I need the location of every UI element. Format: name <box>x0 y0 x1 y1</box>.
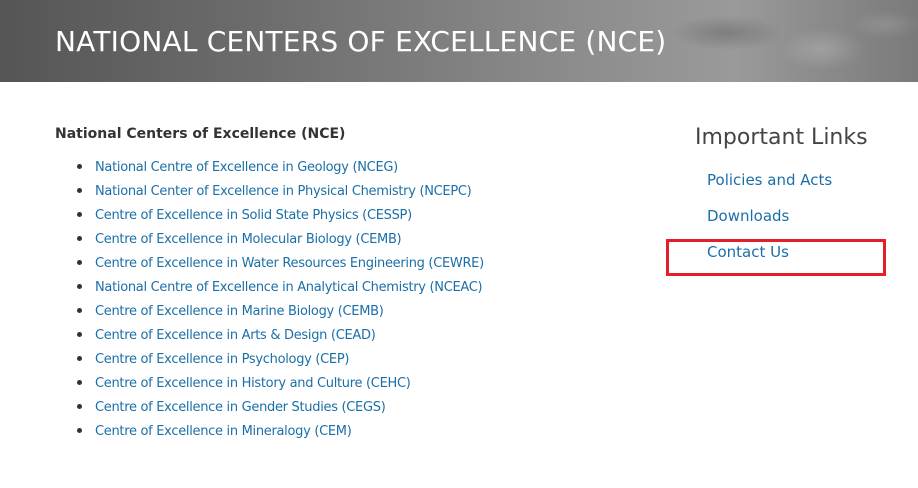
list-item: Centre of Excellence in Marine Biology (… <box>55 300 615 324</box>
nce-link[interactable]: Centre of Excellence in Marine Biology (… <box>95 304 384 319</box>
policies-and-acts-link[interactable]: Policies and Acts <box>707 171 832 189</box>
downloads-link[interactable]: Downloads <box>707 207 789 225</box>
bullet-icon <box>77 380 82 385</box>
nce-link[interactable]: National Centre of Excellence in Analyti… <box>95 280 483 295</box>
nce-link[interactable]: Centre of Excellence in Gender Studies (… <box>95 400 386 415</box>
list-item: National Centre of Excellence in Analyti… <box>55 276 615 300</box>
list-item: Centre of Excellence in Gender Studies (… <box>55 396 615 420</box>
bullet-icon <box>77 212 82 217</box>
list-item: Centre of Excellence in History and Cult… <box>55 372 615 396</box>
nce-link[interactable]: National Centre of Excellence in Geology… <box>95 160 398 175</box>
bullet-icon <box>77 236 82 241</box>
nce-link[interactable]: Centre of Excellence in Mineralogy (CEM) <box>95 424 352 439</box>
list-item: National Center of Excellence in Physica… <box>55 180 615 204</box>
bullet-icon <box>77 332 82 337</box>
nce-link[interactable]: Centre of Excellence in Molecular Biolog… <box>95 232 402 247</box>
bullet-icon <box>77 404 82 409</box>
nce-link[interactable]: Centre of Excellence in Water Resources … <box>95 256 484 271</box>
section-heading: National Centers of Excellence (NCE) <box>55 126 346 142</box>
bullet-icon <box>77 164 82 169</box>
list-item: Centre of Excellence in Mineralogy (CEM) <box>55 420 615 444</box>
nce-link[interactable]: Centre of Excellence in History and Cult… <box>95 376 411 391</box>
list-item: Centre of Excellence in Psychology (CEP) <box>55 348 615 372</box>
page-title: NATIONAL CENTERS OF EXCELLENCE (NCE) <box>55 25 667 58</box>
nce-link[interactable]: Centre of Excellence in Solid State Phys… <box>95 208 412 223</box>
list-item: Centre of Excellence in Solid State Phys… <box>55 204 615 228</box>
sidebar-item-policies: Policies and Acts <box>707 168 905 204</box>
list-item: Centre of Excellence in Molecular Biolog… <box>55 228 615 252</box>
nce-list: National Centre of Excellence in Geology… <box>55 156 615 444</box>
bullet-icon <box>77 308 82 313</box>
bullet-icon <box>77 188 82 193</box>
contact-us-link[interactable]: Contact Us <box>707 243 789 261</box>
nce-link[interactable]: National Center of Excellence in Physica… <box>95 184 472 199</box>
list-item: Centre of Excellence in Arts & Design (C… <box>55 324 615 348</box>
important-links-list: Policies and Acts Downloads Contact Us <box>707 168 905 276</box>
sidebar-title: Important Links <box>695 125 868 150</box>
list-item: Centre of Excellence in Water Resources … <box>55 252 615 276</box>
main-content: National Centers of Excellence (NCE) Nat… <box>55 124 615 444</box>
list-item: National Centre of Excellence in Geology… <box>55 156 615 180</box>
bullet-icon <box>77 284 82 289</box>
bullet-icon <box>77 260 82 265</box>
sidebar-item-contact: Contact Us <box>707 240 905 276</box>
important-links-sidebar: Important Links Policies and Acts Downlo… <box>695 122 905 276</box>
bullet-icon <box>77 428 82 433</box>
sidebar-item-downloads: Downloads <box>707 204 905 240</box>
nce-link[interactable]: Centre of Excellence in Arts & Design (C… <box>95 328 376 343</box>
nce-link[interactable]: Centre of Excellence in Psychology (CEP) <box>95 352 349 367</box>
bullet-icon <box>77 356 82 361</box>
page-banner: NATIONAL CENTERS OF EXCELLENCE (NCE) <box>0 0 918 82</box>
